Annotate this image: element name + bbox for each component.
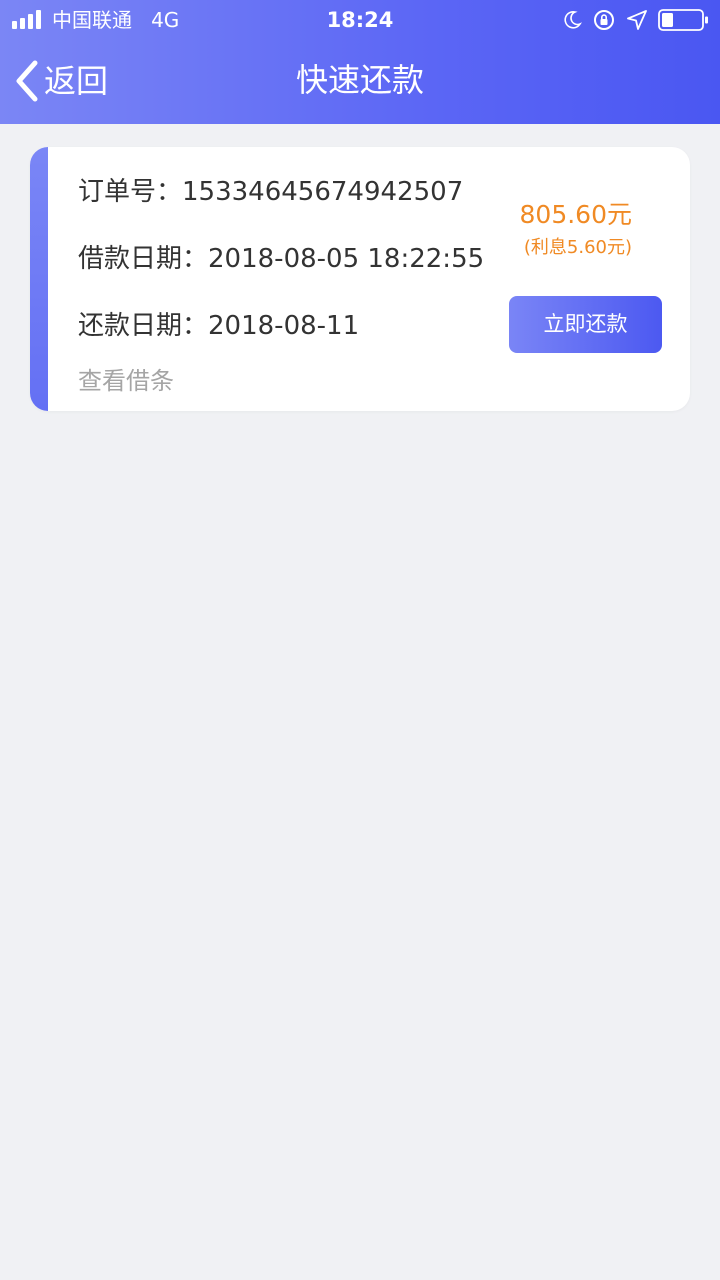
order-number-value: 15334645674942507 xyxy=(182,177,464,207)
order-number-label: 订单号： xyxy=(78,177,183,207)
loan-card: 订单号：15334645674942507 借款日期：2018-08-05 18… xyxy=(30,147,690,411)
loan-date-label: 借款日期： xyxy=(78,244,209,274)
interest-amount: (利息5.60元) xyxy=(523,237,632,258)
nav-bar: 返回 快速还款 xyxy=(0,44,720,120)
repay-date-label: 还款日期： xyxy=(78,311,209,341)
status-icons xyxy=(562,6,710,34)
card-accent-bar xyxy=(30,147,48,411)
back-button[interactable]: 返回 xyxy=(14,56,108,106)
repay-date-value: 2018-08-11 xyxy=(208,311,360,341)
loan-date-row: 借款日期：2018-08-05 18:22:55 xyxy=(78,242,484,276)
repay-amount: 805.60元 xyxy=(519,200,632,229)
order-number-row: 订单号：15334645674942507 xyxy=(78,175,463,209)
battery-icon xyxy=(658,9,708,31)
status-bar: 中国联通 4G 18:24 xyxy=(0,0,720,40)
app-header: 中国联通 4G 18:24 返回 快速还款 xyxy=(0,0,720,124)
loan-date-value: 2018-08-05 18:22:55 xyxy=(208,244,485,274)
moon-icon xyxy=(564,11,582,29)
repay-date-row: 还款日期：2018-08-11 xyxy=(78,309,359,343)
orientation-lock-icon xyxy=(594,10,614,30)
back-label: 返回 xyxy=(44,62,109,100)
chevron-left-icon xyxy=(16,60,38,102)
location-arrow-icon xyxy=(627,10,647,30)
repay-now-button[interactable]: 立即还款 xyxy=(509,296,662,353)
view-loan-note-link[interactable]: 查看借条 xyxy=(78,365,174,397)
